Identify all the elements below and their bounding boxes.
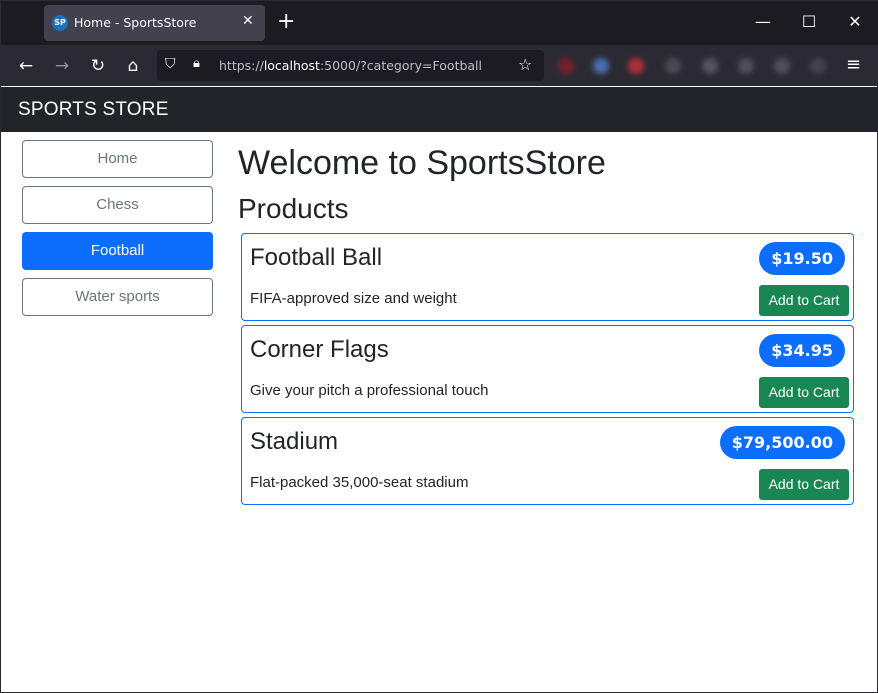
extension-icon[interactable]	[665, 58, 681, 74]
product-description: Give your pitch a professional touch	[250, 382, 489, 399]
app-header: SPORTS STORE	[1, 87, 878, 132]
maximize-icon[interactable]: ☐	[798, 11, 820, 33]
price-badge: $34.95	[759, 334, 845, 367]
extension-icon[interactable]	[593, 58, 609, 74]
minimize-icon[interactable]: —	[752, 11, 774, 33]
product-description: Flat-packed 35,000-seat stadium	[250, 474, 469, 491]
category-button-home[interactable]: Home	[22, 140, 213, 178]
hamburger-menu-icon[interactable]: ≡	[846, 54, 861, 75]
products-heading: Products	[238, 193, 349, 224]
brand-title: SPORTS STORE	[18, 99, 169, 120]
bookmark-star-icon[interactable]: ☆	[518, 55, 532, 74]
home-icon[interactable]: ⌂	[121, 54, 145, 78]
price-badge: $79,500.00	[719, 426, 845, 459]
favicon-icon: SP	[52, 15, 68, 31]
close-tab-icon[interactable]: ✕	[242, 13, 254, 29]
reload-icon[interactable]: ↻	[86, 54, 110, 78]
price-badge: $19.50	[759, 242, 845, 275]
extension-icon[interactable]	[558, 58, 574, 74]
new-tab-icon[interactable]: +	[277, 9, 295, 35]
category-button-chess[interactable]: Chess	[22, 186, 213, 224]
add-to-cart-button[interactable]: Add to Cart	[759, 469, 849, 500]
tab-title: Home - SportsStore	[74, 15, 197, 30]
extension-icon[interactable]	[702, 58, 718, 74]
lock-icon[interactable]: 🔒︎	[193, 56, 200, 71]
category-button-football[interactable]: Football	[22, 232, 213, 270]
url-text[interactable]: https://localhost:5000/?category=Footbal…	[219, 58, 482, 73]
url-bar[interactable]: ⛉ 🔒︎ https://localhost:5000/?category=Fo…	[157, 50, 544, 81]
extension-icon[interactable]	[628, 58, 644, 74]
shield-icon[interactable]: ⛉	[165, 56, 176, 72]
extension-icon[interactable]	[774, 58, 790, 74]
extension-icon[interactable]	[810, 58, 826, 74]
welcome-heading: Welcome to SportsStore	[238, 144, 606, 182]
product-name: Stadium	[250, 428, 339, 455]
back-icon[interactable]: ←	[14, 54, 38, 78]
add-to-cart-button[interactable]: Add to Cart	[759, 285, 849, 316]
add-to-cart-button[interactable]: Add to Cart	[759, 377, 849, 408]
product-name: Football Ball	[250, 244, 383, 271]
product-card: Corner Flags $34.95 Give your pitch a pr…	[241, 325, 854, 413]
extension-icon[interactable]	[738, 58, 754, 74]
close-window-icon[interactable]: ✕	[844, 11, 866, 33]
product-card: Stadium $79,500.00 Flat-packed 35,000-se…	[241, 417, 854, 505]
product-card: Football Ball $19.50 FIFA-approved size …	[241, 233, 854, 321]
browser-nav-bar: ← → ↻ ⌂ ⛉ 🔒︎ https://localhost:5000/?cat…	[1, 45, 878, 86]
product-description: FIFA-approved size and weight	[250, 290, 457, 307]
browser-tab[interactable]: SP Home - SportsStore ✕	[44, 5, 265, 41]
product-name: Corner Flags	[250, 336, 389, 363]
forward-icon[interactable]: →	[50, 54, 74, 78]
category-button-water-sports[interactable]: Water sports	[22, 278, 213, 316]
browser-tab-bar: SP Home - SportsStore ✕ + — ☐ ✕	[1, 1, 878, 45]
